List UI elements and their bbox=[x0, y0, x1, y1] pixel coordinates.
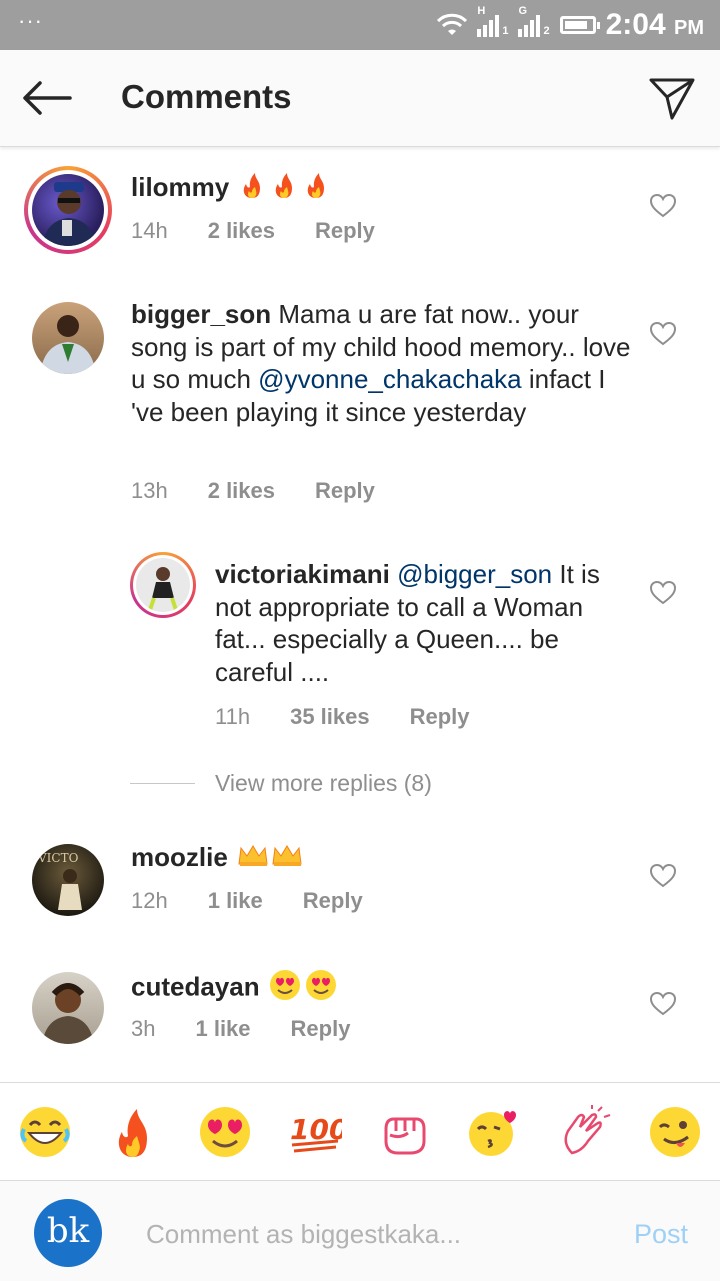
reply-button[interactable]: Reply bbox=[315, 218, 375, 244]
svg-text:VICTO: VICTO bbox=[37, 851, 79, 865]
view-more-replies-label: View more replies (8) bbox=[215, 770, 432, 796]
avatar[interactable] bbox=[32, 972, 104, 1044]
wifi-icon bbox=[437, 13, 468, 35]
kiss-emoji-icon[interactable] bbox=[466, 1105, 520, 1159]
comment-likes[interactable]: 1 like bbox=[195, 1016, 250, 1042]
avatar[interactable] bbox=[32, 302, 104, 374]
comment-time: 14h bbox=[131, 218, 168, 243]
comment-likes[interactable]: 2 likes bbox=[208, 478, 275, 504]
comment-input[interactable] bbox=[144, 1213, 618, 1255]
reply-button[interactable]: Reply bbox=[291, 1016, 351, 1042]
heart-icon[interactable] bbox=[650, 992, 676, 1016]
comment-username[interactable]: bigger_son bbox=[131, 299, 271, 329]
post-button[interactable]: Post bbox=[634, 1219, 688, 1250]
comment-username[interactable]: cutedayan bbox=[131, 972, 260, 1002]
fist-emoji-icon[interactable] bbox=[378, 1105, 432, 1159]
comment-time: 11h bbox=[215, 704, 251, 729]
comment-time: 12h bbox=[131, 888, 168, 913]
heart-icon[interactable] bbox=[650, 864, 676, 888]
signal-2-label: G bbox=[518, 5, 528, 17]
top-bar: Comments bbox=[0, 50, 720, 147]
avatar-person-image: VICTO bbox=[37, 851, 82, 910]
avatar-person-image bbox=[42, 182, 96, 246]
avatar-person-image bbox=[42, 983, 94, 1044]
view-more-replies-button[interactable]: View more replies (8) bbox=[130, 770, 432, 797]
clap-emoji-icon[interactable] bbox=[558, 1105, 612, 1159]
comment-likes[interactable]: 2 likes bbox=[208, 218, 275, 244]
avatar[interactable] bbox=[136, 558, 190, 612]
mention-link[interactable]: @bigger_son bbox=[397, 559, 552, 589]
signal-1-icon: H 1 bbox=[477, 5, 509, 37]
hundred-emoji-icon[interactable]: 100 bbox=[288, 1105, 342, 1159]
wink-tongue-emoji-icon[interactable] bbox=[648, 1105, 702, 1159]
mention-link[interactable]: @yvonne_chakachaka bbox=[258, 364, 521, 394]
comment-time: 3h bbox=[131, 1016, 156, 1041]
paper-plane-icon bbox=[649, 78, 695, 120]
heart-icon[interactable] bbox=[650, 194, 676, 218]
signal-2-sub: 2 bbox=[543, 25, 550, 37]
comment-username[interactable]: victoriakimani bbox=[215, 559, 390, 589]
my-avatar: bk bbox=[34, 1199, 102, 1267]
clock: 2:04 PM bbox=[605, 8, 704, 41]
joy-emoji-icon[interactable] bbox=[18, 1105, 72, 1159]
comment-username[interactable]: moozlie bbox=[131, 842, 228, 872]
notification-dots: ··· bbox=[18, 8, 43, 33]
avatar[interactable]: VICTO bbox=[32, 844, 104, 916]
signal-2-icon: G 2 bbox=[518, 5, 550, 37]
status-bar: ··· H 1 G 2 2:04 PM bbox=[0, 0, 720, 50]
signal-1-label: H bbox=[477, 5, 486, 17]
comment-likes[interactable]: 1 like bbox=[208, 888, 263, 914]
comment-username[interactable]: lilommy bbox=[131, 172, 229, 202]
comment-time: 13h bbox=[131, 478, 168, 503]
comment-composer: bk Post bbox=[0, 1180, 720, 1281]
back-button[interactable] bbox=[20, 78, 76, 118]
avatar-person-image bbox=[40, 315, 96, 374]
heart-eyes-emoji-icon[interactable] bbox=[198, 1105, 252, 1159]
avatar-person-image bbox=[148, 567, 178, 611]
reply-button[interactable]: Reply bbox=[315, 478, 375, 504]
heart-eyes-emoji-icon bbox=[269, 969, 339, 1009]
fire-emoji-icon[interactable] bbox=[106, 1105, 160, 1159]
comment-likes[interactable]: 35 likes bbox=[290, 704, 370, 730]
page-title: Comments bbox=[121, 78, 292, 115]
emoji-quick-bar: 100 bbox=[0, 1082, 720, 1181]
signal-1-sub: 1 bbox=[502, 25, 509, 37]
fire-emoji-icon bbox=[238, 171, 328, 207]
back-arrow-icon bbox=[23, 81, 72, 115]
battery-icon bbox=[559, 16, 600, 34]
divider-line bbox=[130, 783, 195, 784]
heart-icon[interactable] bbox=[650, 581, 676, 605]
avatar[interactable] bbox=[32, 174, 104, 246]
reply-button[interactable]: Reply bbox=[410, 704, 470, 730]
crown-emoji-icon bbox=[237, 842, 303, 876]
share-button[interactable] bbox=[648, 74, 696, 122]
reply-button[interactable]: Reply bbox=[303, 888, 363, 914]
heart-icon[interactable] bbox=[650, 322, 676, 346]
